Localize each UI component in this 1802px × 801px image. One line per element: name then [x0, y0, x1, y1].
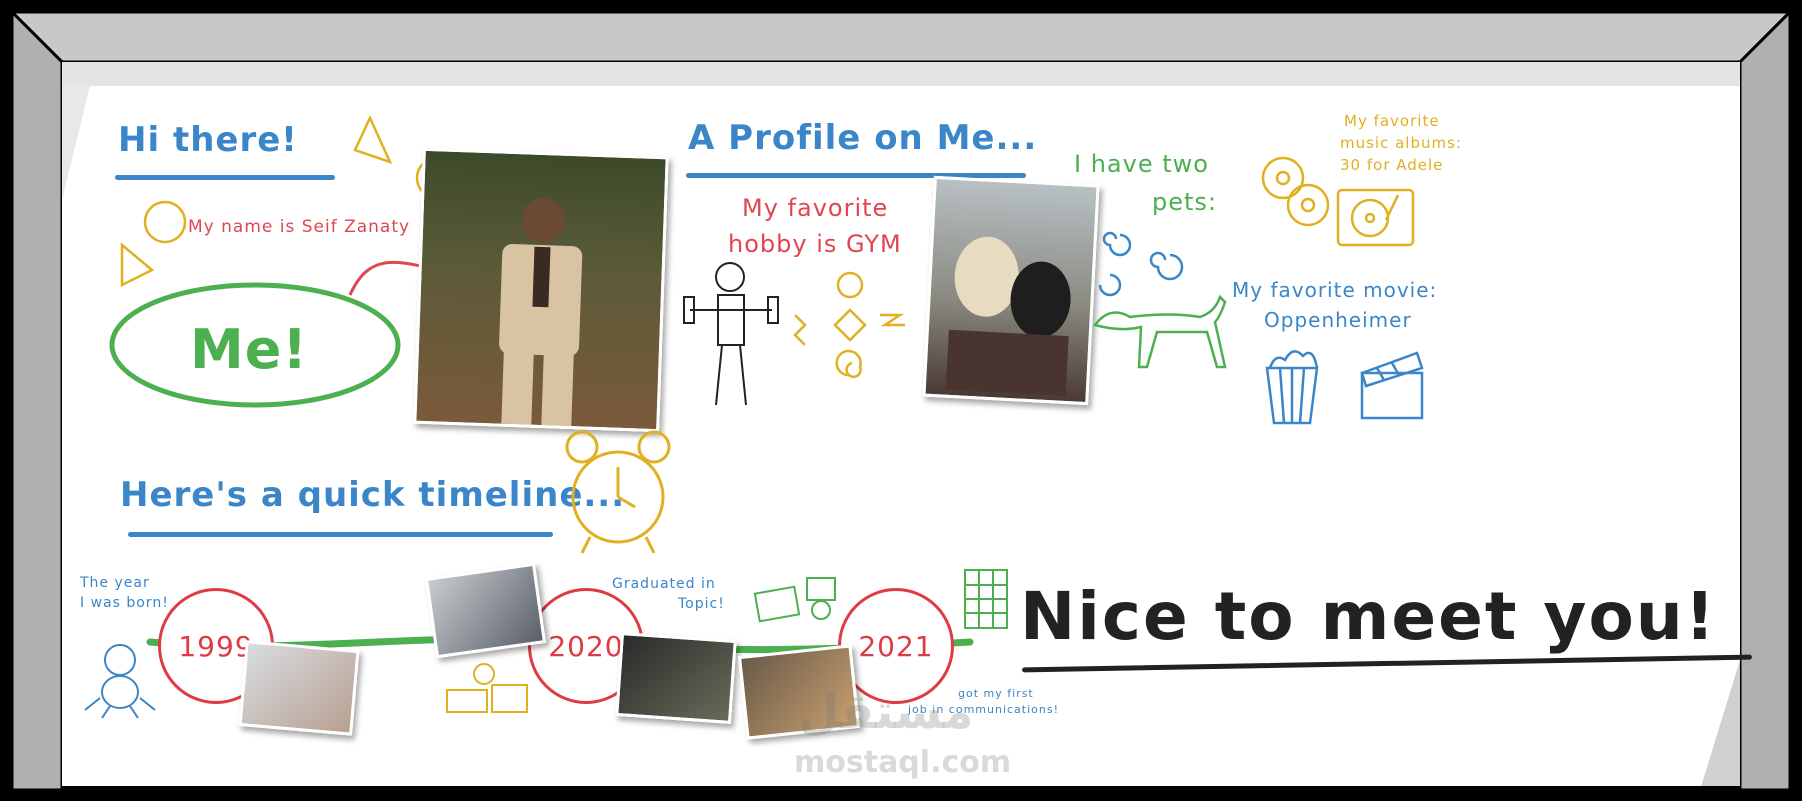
weightlifter-icon	[683, 262, 779, 406]
circle-doodle-2	[143, 200, 187, 244]
triangle-doodle-1	[353, 115, 393, 165]
graduated-line-2: Topic!	[678, 596, 725, 612]
graduates-photo	[615, 632, 737, 724]
doodle-shapes	[109, 115, 459, 408]
timeline-underline	[128, 532, 553, 537]
triangle-doodle-2	[120, 242, 155, 288]
closing-message: Nice to meet you!	[1020, 578, 1717, 655]
born-note-line-2: I was born!	[80, 595, 169, 611]
hobby-line-2: hobby is GYM	[728, 230, 902, 258]
graduated-line-1: Graduated in	[612, 576, 716, 592]
energy-squiggles	[793, 271, 905, 378]
pets-line-1: I have two	[1074, 150, 1209, 178]
gym-doodle	[683, 262, 905, 406]
me-label: Me!	[190, 318, 308, 381]
laptop-icon	[753, 577, 836, 623]
cd-icon	[1261, 156, 1330, 227]
profile-title: A Profile on Me...	[688, 118, 1038, 158]
watermark-latin: mostaql.com	[794, 745, 1012, 780]
watermark-arabic: مستقل	[798, 684, 974, 740]
born-note-line-1: The year	[80, 575, 150, 591]
music-line-1: My favorite	[1344, 112, 1440, 130]
person-silhouette	[499, 198, 583, 427]
pet-doodles	[1092, 231, 1227, 369]
dogs-illustration	[945, 236, 1071, 396]
alarm-clock-icon	[565, 430, 671, 554]
pets-line-2: pets:	[1152, 188, 1217, 216]
portrait-photo	[413, 147, 669, 433]
clapperboard-icon	[1360, 351, 1424, 420]
baby-icon	[84, 644, 156, 719]
timeline-title: Here's a quick timeline...	[120, 475, 626, 515]
pets-photo	[922, 175, 1100, 406]
dog-icon	[1092, 294, 1227, 369]
hobby-line-1: My favorite	[742, 194, 889, 222]
movie-line-1: My favorite movie:	[1232, 278, 1438, 302]
graduation-cap-icon	[446, 663, 528, 713]
record-player-icon	[1336, 188, 1415, 247]
movie-doodles	[1265, 350, 1424, 425]
music-doodles	[1261, 156, 1415, 247]
office-building-icon	[964, 569, 1008, 629]
graduation-hall-photo	[424, 562, 547, 659]
baby-photo	[238, 640, 360, 736]
movie-line-2: Oppenheimer	[1264, 308, 1412, 332]
swirl-icons	[1098, 231, 1184, 297]
popcorn-icon	[1265, 350, 1319, 425]
